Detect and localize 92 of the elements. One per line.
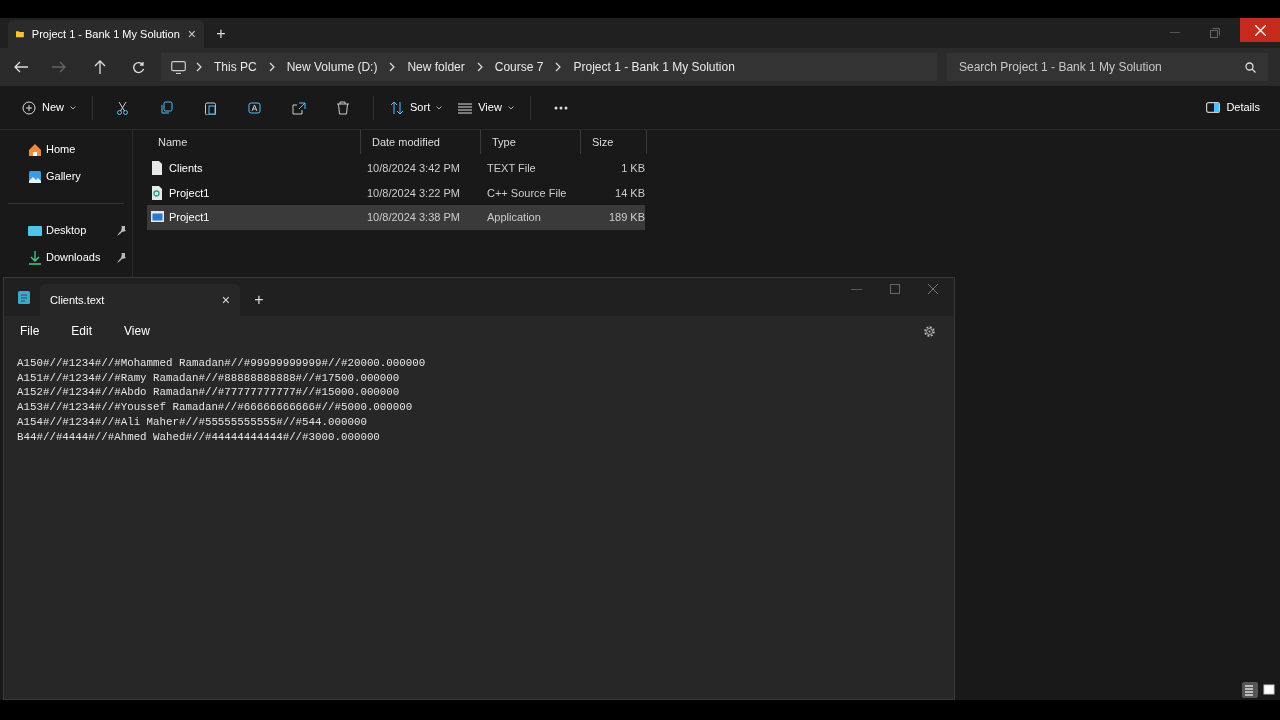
- file-name: Project1: [169, 185, 210, 201]
- tiles-view-icon[interactable]: [1261, 682, 1277, 698]
- maximize-icon[interactable]: [890, 284, 900, 294]
- chevron-icon[interactable]: [389, 62, 396, 72]
- notepad-icon: [18, 290, 30, 304]
- document-icon: [151, 185, 164, 200]
- rename-icon[interactable]: [248, 100, 262, 115]
- folder-icon: [16, 28, 24, 40]
- new-tab-button[interactable]: +: [240, 284, 278, 316]
- scissors-icon[interactable]: [116, 100, 130, 115]
- house-icon: [28, 142, 42, 157]
- copy-icon[interactable]: [160, 100, 174, 115]
- breadcrumb-link[interactable]: New folder: [407, 58, 465, 76]
- view-button[interactable]: View: [452, 92, 520, 123]
- desktop-icon: [28, 223, 42, 238]
- download-arrow-icon: [28, 250, 42, 265]
- menu-item[interactable]: Edit: [67, 322, 97, 340]
- text-line: A150#//#1234#//#Mohammed Ramadan#//#99999999999#//#20000.000000: [17, 356, 427, 371]
- caret-icon: [436, 105, 443, 110]
- window-icon: [151, 210, 164, 225]
- close-window-button[interactable]: [1240, 18, 1280, 42]
- sidebar-item[interactable]: Home: [0, 136, 132, 163]
- file-name: Clients: [169, 161, 203, 176]
- close-icon: [1254, 24, 1266, 36]
- explorer-tab[interactable]: Project 1 - Bank 1 My Solution ×: [8, 20, 204, 48]
- column-header[interactable]: Date modified: [361, 130, 481, 154]
- search-field[interactable]: Search Project 1 - Bank 1 My Solution: [947, 53, 1268, 81]
- tab-title: Project 1 - Bank 1 My Solution: [31, 26, 180, 42]
- tab-title: Clients.text: [50, 292, 106, 308]
- details-button[interactable]: Details: [1206, 99, 1260, 116]
- clipboard-icon[interactable]: [204, 100, 218, 115]
- back-arrow-icon[interactable]: [14, 61, 28, 73]
- settings-icon[interactable]: [923, 324, 936, 338]
- chevron-icon[interactable]: [268, 62, 275, 72]
- search-icon: [1245, 62, 1256, 73]
- restore-icon[interactable]: [1210, 28, 1220, 38]
- picture-icon: [28, 169, 42, 184]
- file-size: 189 KB: [608, 211, 645, 223]
- file-size: 14 KB: [615, 186, 645, 199]
- breadcrumb-link[interactable]: Course 7: [494, 58, 544, 76]
- sidebar-item[interactable]: Downloads: [0, 244, 132, 271]
- sort-button[interactable]: Sort: [384, 92, 449, 123]
- document-icon: [151, 161, 164, 176]
- new-button[interactable]: New: [16, 92, 82, 123]
- sort-arrows-icon: [390, 100, 404, 115]
- plus-circle-icon: [22, 100, 36, 115]
- file-type: Application: [487, 211, 541, 223]
- up-arrow-icon[interactable]: [94, 60, 106, 74]
- notepad-tab[interactable]: Clients.text ×: [40, 284, 240, 316]
- caret-icon: [70, 105, 76, 110]
- chevron-icon[interactable]: [555, 62, 562, 72]
- close-tab-button[interactable]: ×: [187, 27, 196, 41]
- file-type: TEXT File: [487, 162, 536, 174]
- caret-icon: [507, 105, 514, 110]
- column-header[interactable]: Name: [147, 130, 361, 154]
- date-modified: 10/8/2024 3:38 PM: [367, 211, 460, 223]
- file-row[interactable]: Clients 10/8/2024 3:42 PM TEXT File 1 KB: [147, 156, 645, 181]
- sidebar-item[interactable]: Desktop: [0, 217, 132, 244]
- file-type: C++ Source File: [487, 186, 567, 199]
- list-lines-icon: [458, 100, 473, 115]
- text-line: A153#//#1234#//#Youssef Ramadan#//#66666666666#//#5000.000000: [17, 400, 414, 415]
- breadcrumb-link[interactable]: Project 1 - Bank 1 My Solution: [573, 58, 735, 76]
- chevron-icon[interactable]: [476, 62, 483, 72]
- details-view-icon[interactable]: [1242, 682, 1258, 698]
- close-tab-button[interactable]: ×: [221, 293, 230, 307]
- chevron-icon[interactable]: [196, 62, 202, 72]
- share-icon[interactable]: [292, 100, 306, 115]
- address-bar[interactable]: This PC New Volume (D:) New folder Course 7 Project 1 - Bank 1 My Solution: [161, 53, 937, 81]
- new-tab-button[interactable]: +: [204, 20, 238, 48]
- file-name: Project1: [169, 210, 210, 225]
- menu-item[interactable]: File: [16, 322, 44, 340]
- text-line: A154#//#1234#//#Ali Maher#//#55555555555#//#544.000000: [17, 414, 368, 430]
- text-line: A151#//#1234#//#Ramy Ramadan#//#88888888888#//#17500.000000: [17, 370, 401, 386]
- file-row[interactable]: Project1 10/8/2024 3:22 PM C++ Source File 14 KB: [147, 180, 645, 205]
- sidebar-item[interactable]: Gallery: [0, 163, 132, 190]
- breadcrumb-link[interactable]: New Volume (D:): [286, 58, 378, 76]
- forward-arrow-icon[interactable]: [52, 61, 66, 73]
- column-header[interactable]: Size: [581, 130, 647, 154]
- file-size: 1 KB: [621, 162, 645, 174]
- file-row[interactable]: Project1 10/8/2024 3:38 PM Application 189 KB: [147, 205, 645, 230]
- date-modified: 10/8/2024 3:22 PM: [367, 186, 460, 199]
- monitor-icon: [171, 60, 186, 74]
- trash-icon[interactable]: [336, 100, 350, 115]
- column-header[interactable]: Type: [481, 130, 581, 154]
- close-icon[interactable]: [928, 284, 938, 294]
- menu-item[interactable]: View: [120, 322, 154, 340]
- details-pane-icon: [1206, 102, 1221, 113]
- refresh-icon[interactable]: [132, 60, 145, 74]
- text-line: A152#//#1234#//#Abdo Ramadan#//#77777777777#//#15000.000000: [17, 385, 401, 401]
- text-line: B44#//#4444#//#Ahmed Wahed#//#44444444444#//#3000.000000: [17, 429, 381, 445]
- breadcrumb-link[interactable]: This PC: [214, 58, 257, 76]
- date-modified: 10/8/2024 3:42 PM: [367, 162, 460, 174]
